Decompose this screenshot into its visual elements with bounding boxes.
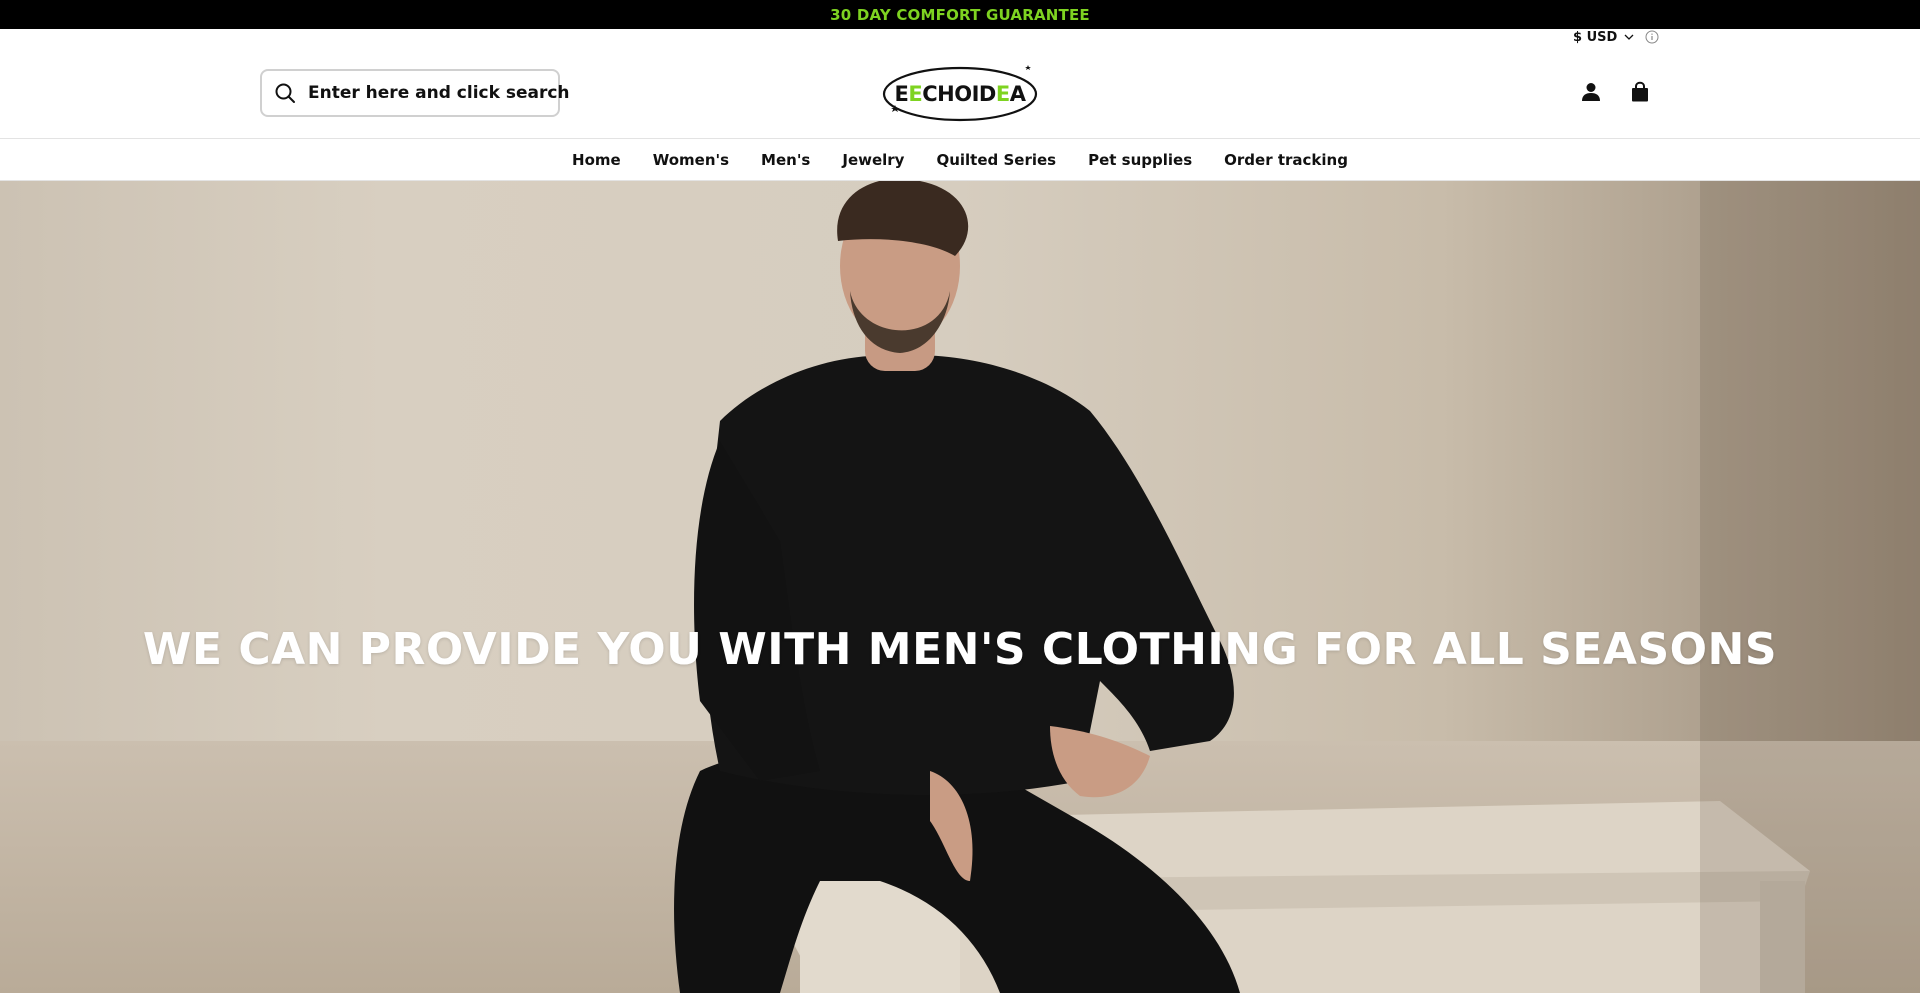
search-icon	[275, 83, 295, 103]
logo-letter: E	[894, 82, 909, 106]
nav-item-order-tracking[interactable]: Order tracking	[1208, 151, 1364, 169]
main-nav: Home Women's Men's Jewelry Quilted Serie…	[0, 140, 1920, 181]
nav-item-pet-supplies[interactable]: Pet supplies	[1072, 151, 1208, 169]
logo-letters: CHOID	[922, 82, 996, 106]
hero-banner[interactable]: WE CAN PROVIDE YOU WITH MEN'S CLOTHING F…	[0, 181, 1920, 993]
logo-letter: A	[1009, 82, 1026, 106]
cart-button[interactable]	[1628, 80, 1652, 104]
store-logo[interactable]: E E CHOID E A	[880, 64, 1040, 124]
shopping-bag-icon	[1632, 81, 1648, 102]
user-icon	[1582, 83, 1600, 101]
nav-item-womens[interactable]: Women's	[637, 151, 745, 169]
nav-item-quilted-series[interactable]: Quilted Series	[920, 151, 1072, 169]
account-button[interactable]	[1579, 80, 1603, 104]
logo-letter-accent: E	[908, 82, 923, 106]
info-icon[interactable]	[1645, 30, 1659, 44]
announcement-text: 30 DAY COMFORT GUARANTEE	[830, 5, 1090, 24]
logo-letter-accent: E	[995, 82, 1010, 106]
hero-heading: WE CAN PROVIDE YOU WITH MEN'S CLOTHING F…	[142, 624, 1778, 675]
currency-selector[interactable]: $ USD	[1573, 29, 1659, 45]
site-header: $ USD Enter here and click search E E CHOI…	[0, 29, 1920, 139]
search-placeholder: Enter here and click search	[308, 83, 570, 103]
currency-label: $ USD	[1573, 29, 1618, 45]
hero-image	[674, 181, 1920, 993]
nav-item-home[interactable]: Home	[556, 151, 637, 169]
chevron-down-icon	[1623, 31, 1635, 43]
nav-item-mens[interactable]: Men's	[745, 151, 826, 169]
nav-item-jewelry[interactable]: Jewelry	[826, 151, 920, 169]
search-input[interactable]: Enter here and click search	[260, 69, 570, 117]
logo-text: E E CHOID E A	[880, 64, 1040, 124]
announcement-bar: 30 DAY COMFORT GUARANTEE	[0, 0, 1920, 29]
